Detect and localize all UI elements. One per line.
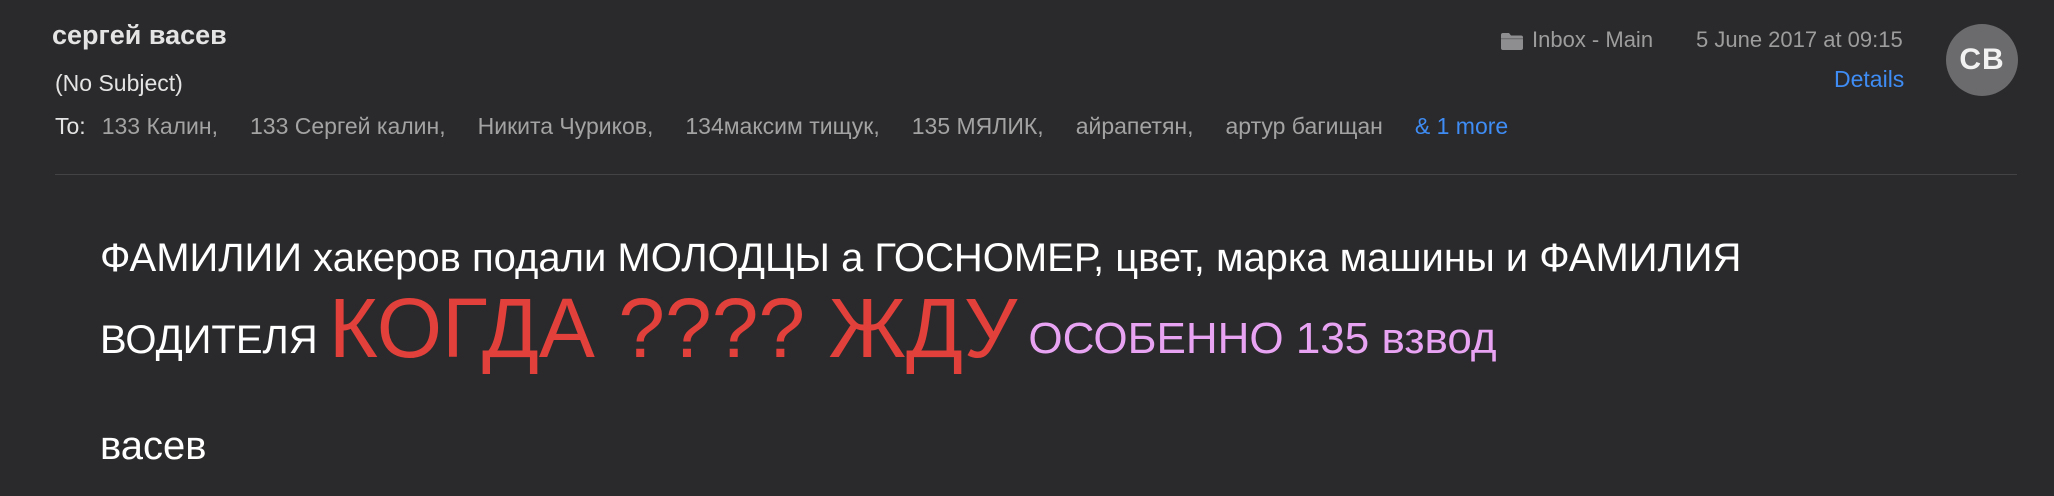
recipient[interactable]: 135 МЯЛИК,	[912, 113, 1044, 140]
emphasis-red-text: КОГДА ???? ЖДУ	[328, 281, 1018, 375]
avatar[interactable]: СВ	[1946, 24, 2018, 96]
recipient[interactable]: 133 Сергей калин,	[250, 113, 446, 140]
signature: васев	[100, 424, 207, 468]
message-date: 5 June 2017 at 09:15	[1696, 27, 1903, 52]
folder-icon	[1500, 31, 1524, 50]
recipient[interactable]: айрапетян,	[1076, 113, 1194, 140]
avatar-initials: СВ	[1959, 43, 2005, 76]
subject-line: (No Subject)	[55, 70, 183, 96]
sender-name[interactable]: сергей васев	[52, 20, 227, 51]
mailbox-label: Inbox - Main	[1532, 27, 1654, 52]
mailbox-indicator[interactable]: Inbox - Main	[1500, 27, 1653, 53]
emphasis-pink-text: ОСОБЕННО 135 взвод	[1028, 314, 1497, 363]
details-link[interactable]: Details	[1834, 66, 1904, 93]
to-label: To:	[55, 113, 86, 139]
message-header: сергей васев (No Subject) To: 133 Калин,…	[0, 0, 2054, 175]
recipients-row: To: 133 Калин, 133 Сергей калин, Никита …	[55, 113, 1508, 140]
body-line: ВОДИТЕЛЯ КОГДА ???? ЖДУ ОСОБЕННО 135 взв…	[100, 286, 1960, 372]
body-text: ВОДИТЕЛЯ	[100, 318, 318, 362]
recipient[interactable]: 133 Калин,	[102, 113, 218, 140]
more-recipients-link[interactable]: & 1 more	[1415, 113, 1508, 140]
message-body: ФАМИЛИИ хакеров подали МОЛОДЦЫ а ГОСНОМЕ…	[100, 226, 1960, 372]
recipient[interactable]: Никита Чуриков,	[478, 113, 654, 140]
recipient[interactable]: 134максим тищук,	[685, 113, 879, 140]
recipient[interactable]: артур багищан	[1226, 113, 1383, 140]
header-divider	[55, 174, 2017, 175]
